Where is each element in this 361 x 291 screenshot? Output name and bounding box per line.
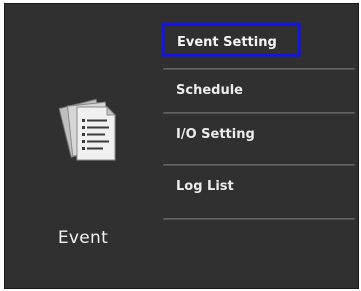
menu-item-log-list[interactable]: Log List (159, 166, 355, 220)
menu-item-label: Schedule (176, 83, 243, 98)
event-submenu: Event Setting Schedule I/O Setting Log L… (159, 23, 355, 220)
menu-item-label: Log List (176, 179, 234, 194)
menu-divider (163, 218, 355, 220)
event-title: Event (57, 228, 109, 248)
menu-item-label: I/O Setting (176, 127, 255, 142)
menu-item-schedule[interactable]: Schedule (159, 70, 355, 114)
menu-item-event-setting[interactable]: Event Setting (159, 23, 355, 70)
event-documents-icon (58, 98, 117, 161)
menu-item-label: Event Setting (177, 35, 277, 50)
event-menu-panel: Event Event Setting Schedule I/O Setting… (4, 3, 359, 289)
event-category: Event (5, 4, 161, 288)
menu-item-io-setting[interactable]: I/O Setting (159, 114, 355, 166)
